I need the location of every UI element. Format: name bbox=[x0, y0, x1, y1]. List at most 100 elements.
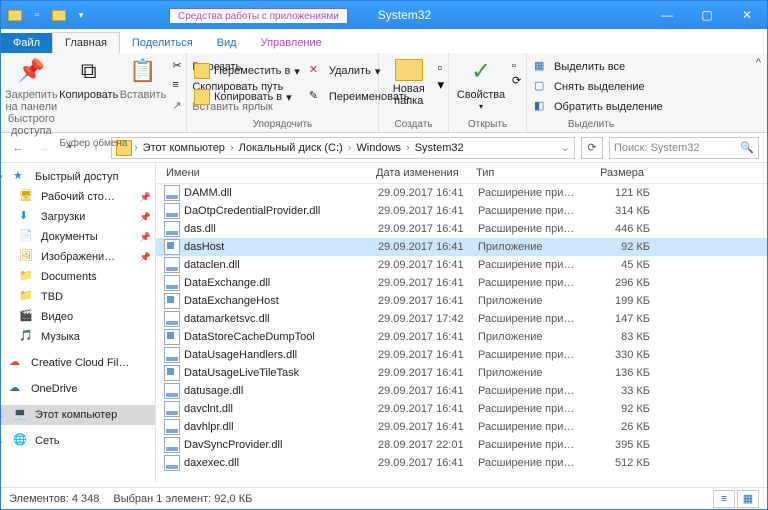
new-folder-button[interactable]: Новая папка bbox=[383, 56, 434, 107]
file-size: 395 КБ bbox=[588, 439, 650, 451]
file-row[interactable]: DAMM.dll29.09.2017 16:41Расширение при…1… bbox=[156, 184, 767, 202]
qat-new-icon[interactable] bbox=[51, 7, 67, 23]
sidebar-item[interactable]: 📁Documents bbox=[1, 267, 155, 287]
ribbon-minimize-icon[interactable]: ^ bbox=[756, 57, 761, 69]
select-all-icon: ▦ bbox=[534, 59, 550, 75]
sidebar-item[interactable]: 📁 TBD bbox=[1, 287, 155, 307]
sidebar-item[interactable]: 🖼Изображени…📌 bbox=[1, 247, 155, 267]
tab-home[interactable]: Главная bbox=[52, 32, 120, 53]
copy-to-button[interactable]: Копировать в▾ bbox=[191, 88, 303, 106]
sidebar-item[interactable]: ⬇ Загрузки 📌 bbox=[1, 207, 155, 227]
address-dropdown-icon[interactable]: ⌄ bbox=[561, 141, 574, 154]
file-size: 147 КБ bbox=[588, 313, 650, 325]
expand-icon[interactable]: ▸ bbox=[1, 435, 7, 448]
file-row[interactable]: datusage.dll29.09.2017 16:41Расширение п… bbox=[156, 382, 767, 400]
refresh-button[interactable]: ⟳ bbox=[581, 137, 603, 159]
properties-button[interactable]: ✓Свойства▾ bbox=[453, 56, 509, 112]
fold-icon: 📁 bbox=[19, 289, 35, 305]
sidebar-item[interactable]: ▸🌐Сеть bbox=[1, 431, 155, 451]
file-row[interactable]: DataStoreCacheDumpTool29.09.2017 16:41Пр… bbox=[156, 328, 767, 346]
file-date: 29.09.2017 16:41 bbox=[378, 421, 478, 433]
dll-icon bbox=[164, 455, 180, 471]
tab-manage[interactable]: Управление bbox=[249, 33, 334, 53]
dll-icon bbox=[164, 185, 180, 201]
dll-icon bbox=[164, 347, 180, 363]
sidebar-label: Музыка bbox=[41, 331, 80, 343]
sidebar-item[interactable]: 🖥Рабочий сто…📌 bbox=[1, 187, 155, 207]
maximize-button[interactable]: ▢ bbox=[687, 1, 727, 29]
group-select: Выделить bbox=[531, 118, 651, 132]
history-icon[interactable]: ⟳ bbox=[512, 74, 521, 87]
file-row[interactable]: dataclen.dll29.09.2017 16:41Расширение п… bbox=[156, 256, 767, 274]
close-button[interactable]: ✕ bbox=[727, 1, 767, 29]
sidebar-item[interactable]: 📄Документы📌 bbox=[1, 227, 155, 247]
select-invert-button[interactable]: ◧Обратить выделение bbox=[531, 98, 666, 116]
select-invert-icon: ◧ bbox=[534, 99, 550, 115]
crumb[interactable]: Локальный диск (C:) bbox=[236, 142, 346, 154]
sidebar-item[interactable]: ☁OneDrive bbox=[1, 379, 155, 399]
file-row[interactable]: das.dll29.09.2017 16:41Расширение при…44… bbox=[156, 220, 767, 238]
sidebar-item[interactable]: 🎬Видео bbox=[1, 307, 155, 327]
file-row[interactable]: DataExchange.dll29.09.2017 16:41Расширен… bbox=[156, 274, 767, 292]
file-type: Расширение при… bbox=[478, 259, 588, 271]
file-size: 45 КБ bbox=[588, 259, 650, 271]
copy-button[interactable]: ⧉Копировать bbox=[61, 56, 117, 101]
file-row[interactable]: datamarketsvc.dll29.09.2017 17:42Расшире… bbox=[156, 310, 767, 328]
file-row[interactable]: davhlpr.dll29.09.2017 16:41Расширение пр… bbox=[156, 418, 767, 436]
col-date[interactable]: Дата изменения bbox=[376, 167, 476, 179]
sidebar-item[interactable]: 🎵Музыка bbox=[1, 327, 155, 347]
file-date: 29.09.2017 16:41 bbox=[378, 223, 478, 235]
file-type: Расширение при… bbox=[478, 385, 588, 397]
move-to-button[interactable]: Переместить в▾ bbox=[191, 62, 303, 80]
sidebar-label: Загрузки bbox=[41, 211, 85, 223]
col-size[interactable]: Размера bbox=[586, 167, 656, 179]
open-icon[interactable]: ▫ bbox=[512, 60, 521, 72]
file-size: 136 КБ bbox=[588, 367, 650, 379]
expand-icon[interactable]: ▾ bbox=[1, 171, 7, 184]
file-row[interactable]: DavSyncProvider.dll28.09.2017 22:01Расши… bbox=[156, 436, 767, 454]
crumb[interactable]: System32 bbox=[412, 142, 467, 154]
easy-access-icon[interactable]: ▾ bbox=[437, 77, 444, 93]
file-date: 29.09.2017 16:41 bbox=[378, 403, 478, 415]
od-icon: ☁ bbox=[9, 381, 25, 397]
sidebar-label: Этот компьютер bbox=[35, 409, 117, 421]
file-row[interactable]: dasHost29.09.2017 16:41Приложение92 КБ bbox=[156, 238, 767, 256]
pin-icon: 📌 bbox=[140, 212, 151, 223]
tab-file[interactable]: Файл bbox=[1, 33, 52, 53]
search-input[interactable]: Поиск: System32🔍 bbox=[609, 137, 759, 159]
minimize-button[interactable]: ― bbox=[647, 1, 687, 29]
doc-icon: 📄 bbox=[19, 229, 35, 245]
exe-icon bbox=[164, 365, 180, 381]
file-date: 29.09.2017 16:41 bbox=[378, 205, 478, 217]
col-name[interactable]: Имени bbox=[156, 167, 376, 179]
file-row[interactable]: DataUsageHandlers.dll29.09.2017 16:41Рас… bbox=[156, 346, 767, 364]
chevron-down-icon: ▾ bbox=[479, 103, 483, 112]
dl-icon: ⬇ bbox=[19, 209, 35, 225]
desk-icon: 🖥 bbox=[19, 189, 35, 205]
expand-icon[interactable]: ▸ bbox=[1, 409, 7, 422]
qat-props-icon[interactable]: ▫ bbox=[29, 7, 45, 23]
file-row[interactable]: DaOtpCredentialProvider.dll29.09.2017 16… bbox=[156, 202, 767, 220]
qat-dropdown-icon[interactable]: ▾ bbox=[73, 7, 89, 23]
file-date: 29.09.2017 17:42 bbox=[378, 313, 478, 325]
file-row[interactable]: DataExchangeHost29.09.2017 16:41Приложен… bbox=[156, 292, 767, 310]
select-none-button[interactable]: ▢Снять выделение bbox=[531, 78, 666, 96]
col-type[interactable]: Тип bbox=[476, 167, 586, 179]
file-name: DataStoreCacheDumpTool bbox=[184, 331, 378, 343]
file-row[interactable]: daxexec.dll29.09.2017 16:41Расширение пр… bbox=[156, 454, 767, 472]
crumb[interactable]: Windows bbox=[353, 142, 404, 154]
view-large-button[interactable]: ▦ bbox=[737, 490, 759, 508]
select-all-button[interactable]: ▦Выделить все bbox=[531, 58, 666, 76]
tab-share[interactable]: Поделиться bbox=[120, 33, 205, 53]
sidebar-item[interactable]: ▾★Быстрый доступ bbox=[1, 167, 155, 187]
vid-icon: 🎬 bbox=[19, 309, 35, 325]
sidebar-item[interactable]: ▸💻Этот компьютер bbox=[1, 405, 155, 425]
view-details-button[interactable]: ≡ bbox=[713, 490, 735, 508]
file-row[interactable]: davclnt.dll29.09.2017 16:41Расширение пр… bbox=[156, 400, 767, 418]
file-name: das.dll bbox=[184, 223, 378, 235]
new-item-icon[interactable]: ▫ bbox=[437, 60, 444, 75]
file-row[interactable]: DataUsageLiveTileTask29.09.2017 16:41При… bbox=[156, 364, 767, 382]
sidebar-item[interactable]: ☁Creative Cloud Fil… bbox=[1, 353, 155, 373]
sidebar-label: TBD bbox=[41, 291, 63, 303]
tab-view[interactable]: Вид bbox=[205, 33, 249, 53]
